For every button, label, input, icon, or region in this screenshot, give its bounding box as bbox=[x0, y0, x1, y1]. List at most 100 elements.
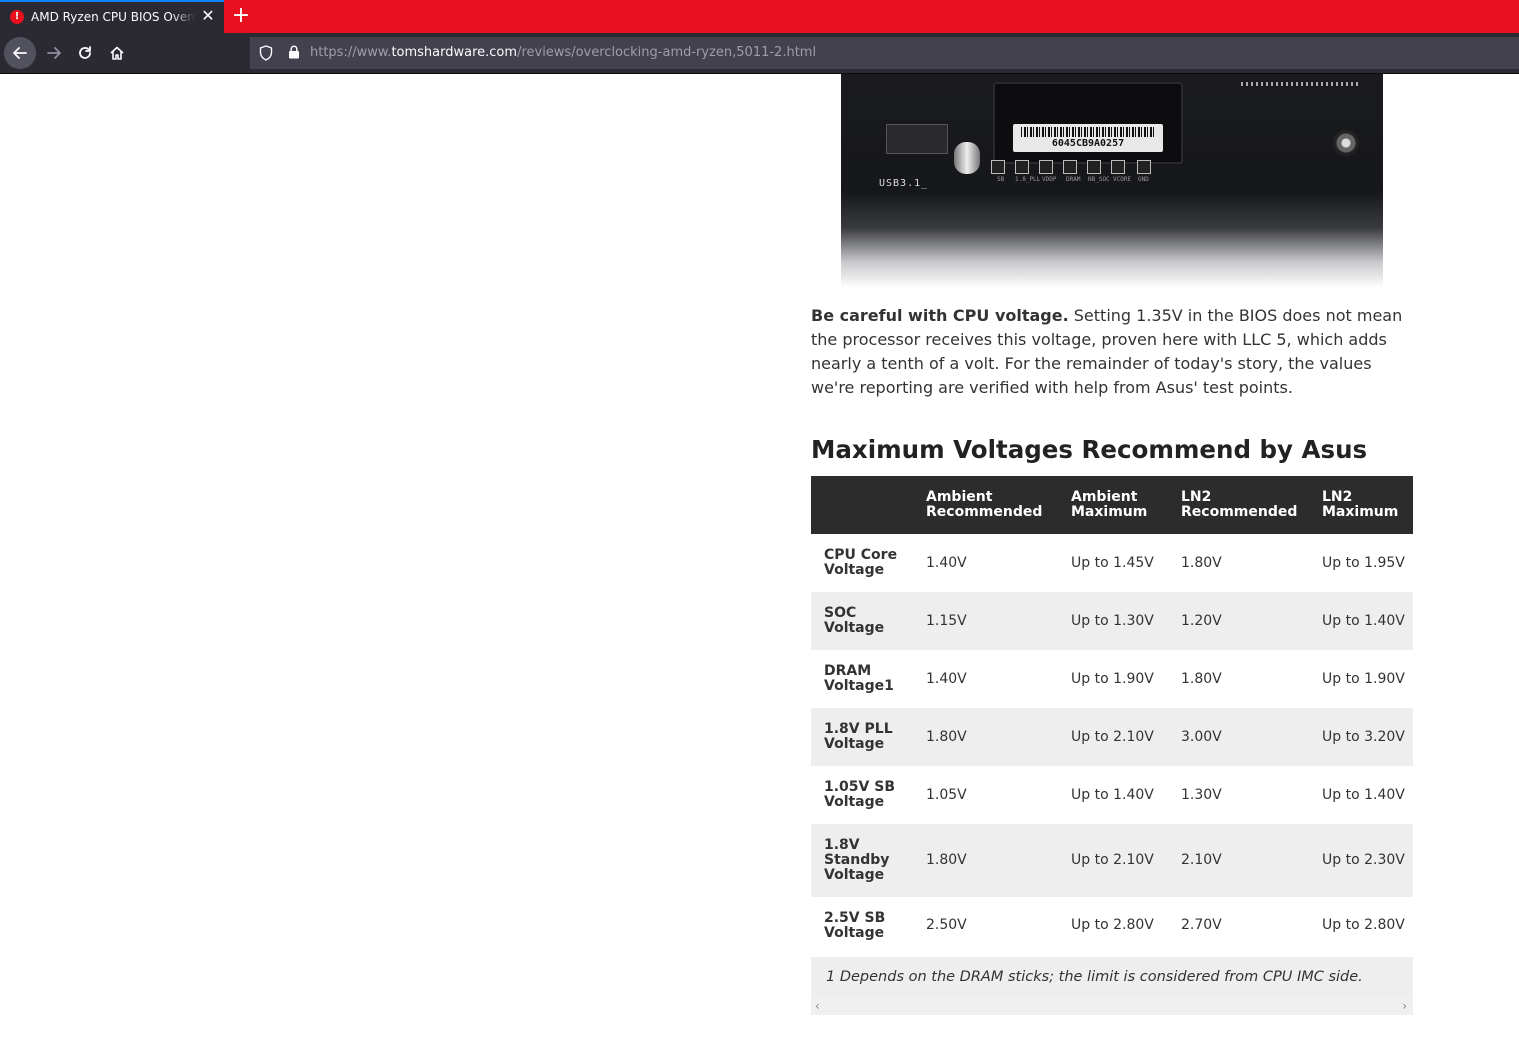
home-icon bbox=[110, 46, 124, 60]
scroll-left-arrow-icon[interactable]: ‹ bbox=[815, 998, 820, 1014]
table-cell: Up to 2.30V bbox=[1309, 824, 1413, 897]
site-favicon-icon: ! bbox=[10, 10, 24, 24]
row-label: CPU Core Voltage bbox=[824, 547, 898, 578]
table-row: 1.8V PLL Voltage 1.80V Up to 2.10V 3.00V… bbox=[811, 708, 1413, 766]
header-cell bbox=[811, 476, 913, 534]
table-row: SOC Voltage 1.15V Up to 1.30V 1.20V Up t… bbox=[811, 592, 1413, 650]
voltage-table: Ambient Recommended Ambient Maximum LN2 … bbox=[811, 476, 1413, 954]
usb-label: USB3.1_ bbox=[879, 178, 929, 189]
tp-label: NB_SOC bbox=[1088, 176, 1110, 183]
table-cell: 1.20V bbox=[1168, 592, 1309, 650]
test-point bbox=[1111, 160, 1125, 174]
tp-label: VCORE bbox=[1113, 176, 1132, 183]
tp-label: 1.8_PLL bbox=[1015, 176, 1041, 183]
table-cell: 2.70V bbox=[1181, 917, 1222, 933]
article-paragraph: Be careful with CPU voltage. Setting 1.3… bbox=[811, 304, 1416, 400]
header-cell: Ambient Recommended bbox=[913, 476, 1058, 534]
board-test-points bbox=[991, 160, 1151, 176]
tp-label: DRAM bbox=[1066, 176, 1081, 183]
table-cell: Up to 2.80V bbox=[1071, 917, 1154, 933]
board-chip bbox=[886, 124, 948, 154]
url-domain: tomshardware.com bbox=[391, 45, 518, 60]
url-path: /reviews/overclocking-amd-ryzen,5011-2.h… bbox=[517, 45, 817, 60]
paragraph-lead: Be careful with CPU voltage. bbox=[811, 306, 1069, 325]
shield-icon[interactable] bbox=[258, 45, 274, 61]
table-cell: 1.80V bbox=[1181, 554, 1222, 571]
table-cell: Up to 1.90V bbox=[1071, 670, 1154, 687]
table-footnote: 1 Depends on the DRAM sticks; the limit … bbox=[811, 957, 1413, 997]
table-cell: 1.80V bbox=[913, 708, 1058, 766]
board-barcode: 6045CB9A0257 bbox=[1013, 124, 1163, 152]
table-cell: 2.50V bbox=[926, 917, 967, 933]
table-cell: Up to 1.90V bbox=[1322, 670, 1405, 687]
tp-label: GND bbox=[1138, 176, 1149, 183]
table-row: 2.5V SB Voltage 2.50V Up to 2.80V 2.70V … bbox=[811, 897, 1413, 954]
table-cell: Up to 1.30V bbox=[1058, 592, 1168, 650]
url-prefix: https://www. bbox=[310, 45, 392, 60]
board-capacitor bbox=[954, 142, 980, 174]
table-cell: 1.15V bbox=[913, 592, 1058, 650]
row-label: 2.5V SB Voltage bbox=[824, 909, 886, 941]
table-cell: 1.40V bbox=[926, 670, 967, 687]
section-heading: Maximum Voltages Recommend by Asus bbox=[811, 435, 1368, 464]
row-label: SOC Voltage bbox=[811, 592, 913, 650]
table-cell: 1.30V bbox=[1181, 786, 1222, 803]
table-cell: Up to 1.40V bbox=[1322, 786, 1405, 803]
lock-icon[interactable] bbox=[286, 45, 302, 61]
tp-label: SB bbox=[997, 176, 1005, 183]
table-cell: 1.05V bbox=[926, 786, 967, 803]
table-row: DRAM Voltage1 1.40V Up to 1.90V 1.80V Up… bbox=[811, 650, 1413, 708]
tab-active[interactable]: ! AMD Ryzen CPU BIOS Overclocking ✕ bbox=[0, 0, 224, 33]
tab-close-button[interactable]: ✕ bbox=[198, 6, 218, 26]
scroll-right-arrow-icon[interactable]: › bbox=[1402, 998, 1407, 1014]
table-row: 1.8V Standby Voltage 1.80V Up to 2.10V 2… bbox=[811, 824, 1413, 897]
test-point bbox=[1015, 160, 1029, 174]
table-header-row: Ambient Recommended Ambient Maximum LN2 … bbox=[811, 476, 1413, 534]
test-point bbox=[991, 160, 1005, 174]
board-header-pins bbox=[1241, 82, 1361, 86]
table-cell: Up to 1.45V bbox=[1071, 554, 1154, 571]
home-button[interactable] bbox=[101, 37, 133, 69]
row-label: DRAM Voltage1 bbox=[824, 663, 894, 694]
address-bar[interactable]: https://www.tomshardware.com/reviews/ove… bbox=[250, 37, 1519, 69]
table-cell: Up to 1.40V bbox=[1071, 786, 1154, 803]
header-cell: LN2 Maximum bbox=[1309, 476, 1413, 534]
back-button[interactable] bbox=[4, 37, 36, 69]
table-cell: Up to 1.95V bbox=[1322, 554, 1405, 571]
table-cell: 3.00V bbox=[1168, 708, 1309, 766]
table-horizontal-scrollbar[interactable]: ‹ › bbox=[811, 997, 1413, 1015]
tp-label: VDDP bbox=[1042, 176, 1057, 183]
barcode-lines bbox=[1021, 127, 1155, 137]
test-point bbox=[1087, 160, 1101, 174]
page-content: 6045CB9A0257 SB 1.8_PLL VDDP DRAM NB_SOC… bbox=[0, 74, 1519, 1041]
header-cell: LN2 Recommended bbox=[1168, 476, 1309, 534]
tab-accent bbox=[0, 0, 224, 2]
row-label: 1.8V PLL Voltage bbox=[811, 708, 913, 766]
header-cell: Ambient Maximum bbox=[1058, 476, 1168, 534]
forward-button[interactable] bbox=[38, 37, 70, 69]
back-arrow-icon bbox=[13, 47, 27, 59]
test-point bbox=[1137, 160, 1151, 174]
table-cell: Up to 3.20V bbox=[1309, 708, 1413, 766]
new-tab-button[interactable]: + bbox=[229, 4, 253, 28]
reload-button[interactable] bbox=[69, 37, 101, 69]
table-row: CPU Core Voltage 1.40V Up to 1.45V 1.80V… bbox=[811, 534, 1413, 592]
tab-title: AMD Ryzen CPU BIOS Overclocking bbox=[31, 10, 196, 24]
table-cell: Up to 2.10V bbox=[1058, 708, 1168, 766]
table-cell: 1.80V bbox=[1181, 670, 1222, 687]
row-label: 1.8V Standby Voltage bbox=[811, 824, 913, 897]
table-cell: Up to 2.80V bbox=[1322, 917, 1405, 933]
tab-strip: ! AMD Ryzen CPU BIOS Overclocking ✕ + bbox=[0, 0, 1519, 33]
row-label: 1.05V SB Voltage bbox=[824, 779, 896, 810]
table-cell: 1.80V bbox=[913, 824, 1058, 897]
table-cell: 2.10V bbox=[1168, 824, 1309, 897]
motherboard-photo: 6045CB9A0257 SB 1.8_PLL VDDP DRAM NB_SOC… bbox=[841, 74, 1383, 288]
table-cell: Up to 2.10V bbox=[1058, 824, 1168, 897]
reload-icon bbox=[79, 46, 91, 59]
test-point bbox=[1063, 160, 1077, 174]
navigation-toolbar: https://www.tomshardware.com/reviews/ove… bbox=[0, 33, 1519, 74]
url-text[interactable]: https://www.tomshardware.com/reviews/ove… bbox=[310, 45, 816, 61]
table-cell: 1.40V bbox=[926, 554, 967, 571]
barcode-text: 6045CB9A0257 bbox=[1051, 138, 1125, 149]
table-cell: Up to 1.40V bbox=[1309, 592, 1413, 650]
